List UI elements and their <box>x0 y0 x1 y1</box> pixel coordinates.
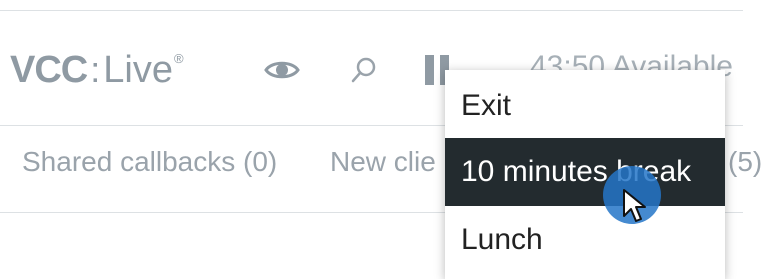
menu-item-10-minutes-break[interactable]: 10 minutes break <box>445 138 725 206</box>
menu-item-lunch[interactable]: Lunch <box>445 206 725 274</box>
tab-count-right[interactable]: (5) <box>728 146 762 178</box>
logo-registered-mark: ® <box>173 50 184 66</box>
status-dropdown-menu: Exit 10 minutes break Lunch <box>445 70 725 279</box>
tab-new-clients[interactable]: New clie <box>330 146 436 178</box>
vcc-live-logo: VCC : Live ® <box>10 40 184 100</box>
eye-icon[interactable] <box>264 54 300 86</box>
logo-separator: : <box>90 49 101 90</box>
menu-item-label: Lunch <box>461 223 543 256</box>
tab-shared-callbacks[interactable]: Shared callbacks (0) <box>22 146 277 178</box>
logo-vcc-text: VCC <box>10 48 88 91</box>
search-icon[interactable] <box>346 54 382 86</box>
top-divider <box>0 10 743 11</box>
menu-item-exit[interactable]: Exit <box>445 72 725 140</box>
menu-item-label: Exit <box>461 89 512 122</box>
mouse-pointer-icon <box>622 188 648 229</box>
logo-live-text: Live <box>103 48 173 91</box>
